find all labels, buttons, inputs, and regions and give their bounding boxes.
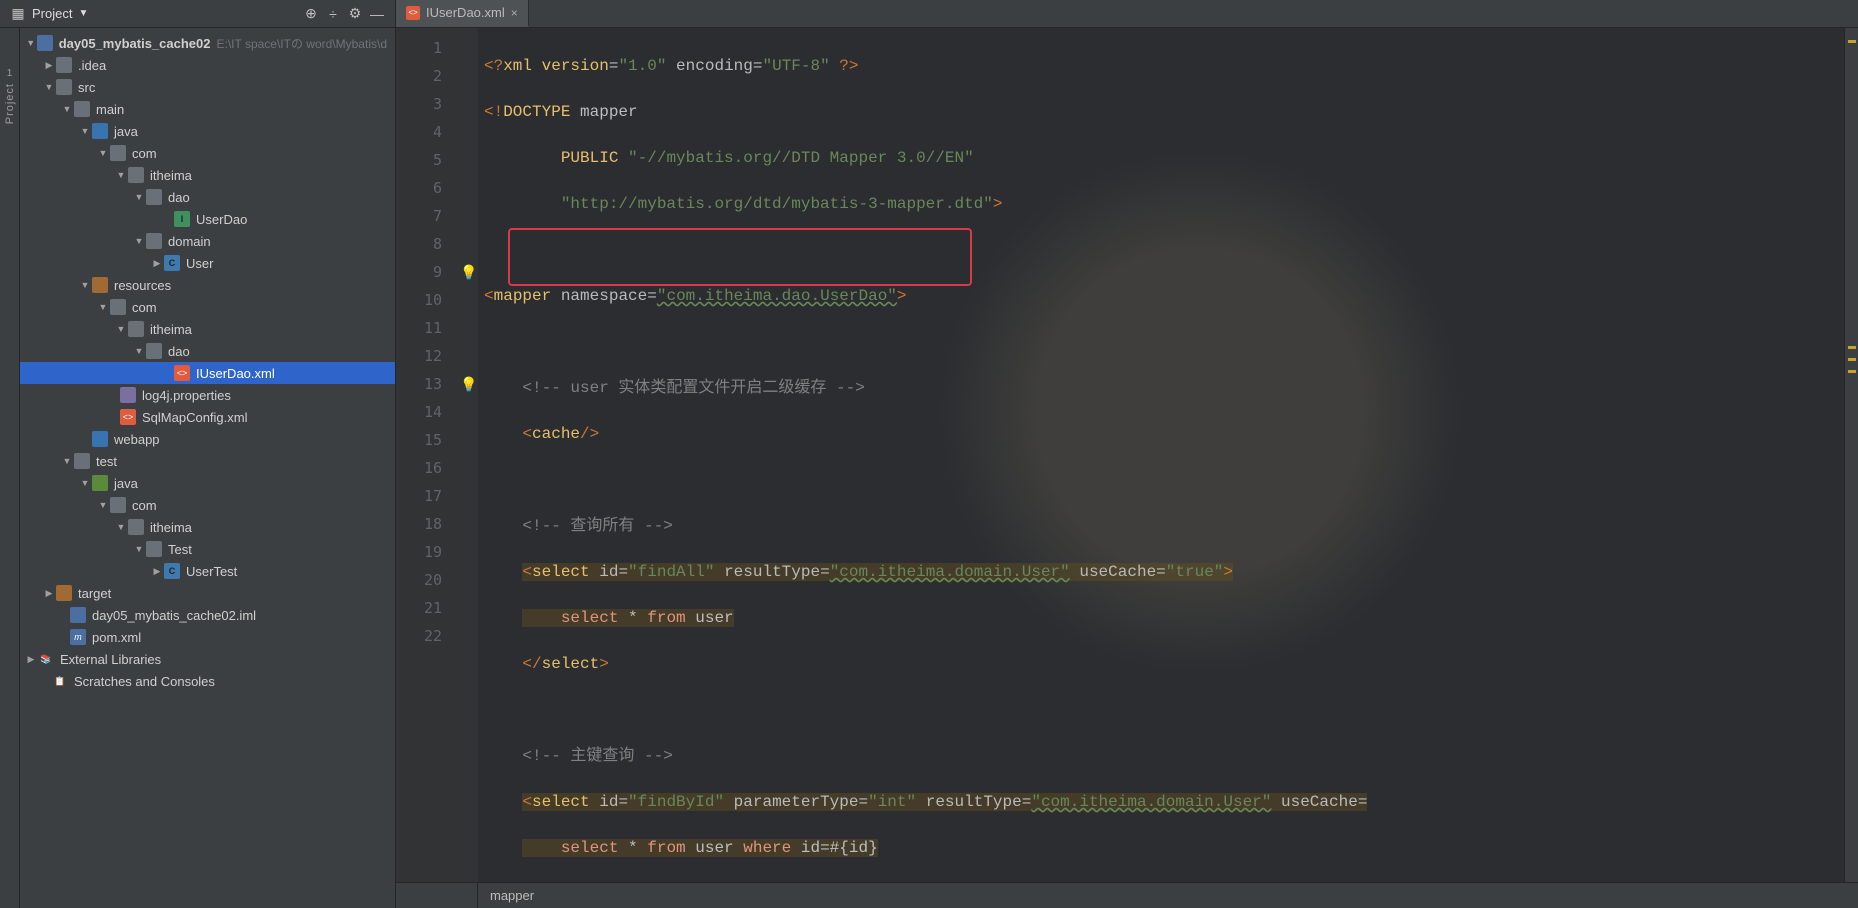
tree-pom[interactable]: mpom.xml [20, 626, 395, 648]
tree-iuserdao-xml[interactable]: <>IUserDao.xml [20, 362, 395, 384]
collapse-icon[interactable]: ÷ [325, 6, 341, 22]
tree-usertest[interactable]: ▶CUserTest [20, 560, 395, 582]
tree-itheima2[interactable]: ▼itheima [20, 318, 395, 340]
tree-resources[interactable]: ▼resources [20, 274, 395, 296]
project-panel-header: ▦ Project ▼ ⊕ ÷ ⚙ — [0, 0, 396, 27]
interface-icon: I [174, 211, 190, 227]
excluded-folder-icon [56, 585, 72, 601]
tab-iuserdao-xml[interactable]: <> IUserDao.xml × [396, 0, 529, 27]
tool-strip-project[interactable]: Project [4, 83, 16, 124]
folder-icon [74, 101, 90, 117]
intention-bulb-icon[interactable]: 💡 [460, 370, 478, 398]
code-area[interactable]: <?xml version="1.0" encoding="UTF-8" ?> … [478, 28, 1844, 882]
tree-userdao[interactable]: IUserDao [20, 208, 395, 230]
maven-file-icon: m [70, 629, 86, 645]
tree-iml[interactable]: day05_mybatis_cache02.iml [20, 604, 395, 626]
tree-idea[interactable]: ▶.idea [20, 54, 395, 76]
package-icon [128, 167, 144, 183]
tree-java2[interactable]: ▼java [20, 472, 395, 494]
hint-gutter: 💡 💡 [460, 28, 478, 882]
tree-test[interactable]: ▼test [20, 450, 395, 472]
editor-breadcrumbs: mapper [396, 882, 1858, 908]
tree-external-libs[interactable]: ▶📚External Libraries [20, 648, 395, 670]
tab-label: IUserDao.xml [426, 5, 505, 20]
tree-sqlmap[interactable]: <>SqlMapConfig.xml [20, 406, 395, 428]
class-icon: C [164, 255, 180, 271]
scratches-icon: 📋 [52, 673, 68, 689]
tree-Test[interactable]: ▼Test [20, 538, 395, 560]
tree-dao2[interactable]: ▼dao [20, 340, 395, 362]
package-icon [146, 189, 162, 205]
editor-tabs: <> IUserDao.xml × [396, 0, 1858, 27]
intention-bulb-icon[interactable]: 💡 [460, 258, 478, 286]
tree-src[interactable]: ▼src [20, 76, 395, 98]
xml-file-icon: <> [406, 6, 420, 20]
gear-icon[interactable]: ⚙ [347, 6, 363, 22]
folder-icon [110, 299, 126, 315]
folder-icon [56, 57, 72, 73]
minimize-icon[interactable]: — [369, 6, 385, 22]
folder-icon [56, 79, 72, 95]
locate-icon[interactable]: ⊕ [303, 6, 319, 22]
package-icon [110, 497, 126, 513]
project-tree[interactable]: ▼ day05_mybatis_cache02 E:\IT space\ITの … [20, 28, 396, 908]
project-panel-title: Project [32, 6, 72, 21]
tree-log4j[interactable]: log4j.properties [20, 384, 395, 406]
package-icon [146, 233, 162, 249]
tree-itheima3[interactable]: ▼itheima [20, 516, 395, 538]
tab-close-icon[interactable]: × [511, 6, 518, 20]
folder-icon [146, 343, 162, 359]
package-icon [146, 541, 162, 557]
tree-scratches[interactable]: 📋Scratches and Consoles [20, 670, 395, 692]
project-icon: ▦ [10, 6, 26, 22]
line-number-gutter: 12345678910111213141516171819202122 [396, 28, 460, 882]
chevron-down-icon[interactable]: ▼ [78, 8, 88, 19]
breadcrumb-item[interactable]: mapper [478, 888, 546, 903]
tree-root[interactable]: ▼ day05_mybatis_cache02 E:\IT space\ITの … [20, 32, 395, 54]
module-icon [37, 35, 52, 51]
class-icon: C [164, 563, 180, 579]
tree-com2[interactable]: ▼com [20, 296, 395, 318]
tree-java[interactable]: ▼java [20, 120, 395, 142]
tree-main[interactable]: ▼main [20, 98, 395, 120]
tool-strip-number: 1 [7, 68, 13, 79]
package-icon [110, 145, 126, 161]
tree-domain[interactable]: ▼domain [20, 230, 395, 252]
tree-user[interactable]: ▶CUser [20, 252, 395, 274]
top-bar: ▦ Project ▼ ⊕ ÷ ⚙ — <> IUserDao.xml × [0, 0, 1858, 28]
module-file-icon [70, 607, 86, 623]
left-tool-strip: 1 Project [0, 28, 20, 908]
xml-file-icon: <> [174, 365, 190, 381]
tree-com3[interactable]: ▼com [20, 494, 395, 516]
web-folder-icon [92, 431, 108, 447]
package-icon [128, 519, 144, 535]
properties-file-icon [120, 387, 136, 403]
tree-com[interactable]: ▼com [20, 142, 395, 164]
source-folder-icon [92, 123, 108, 139]
folder-icon [128, 321, 144, 337]
resources-folder-icon [92, 277, 108, 293]
editor-scrollbar[interactable] [1844, 28, 1858, 882]
folder-icon [74, 453, 90, 469]
tree-dao[interactable]: ▼dao [20, 186, 395, 208]
xml-file-icon: <> [120, 409, 136, 425]
test-folder-icon [92, 475, 108, 491]
tree-webapp[interactable]: webapp [20, 428, 395, 450]
editor: 12345678910111213141516171819202122 💡 💡 … [396, 28, 1858, 908]
tree-itheima[interactable]: ▼itheima [20, 164, 395, 186]
tree-target[interactable]: ▶target [20, 582, 395, 604]
library-icon: 📚 [38, 651, 54, 667]
